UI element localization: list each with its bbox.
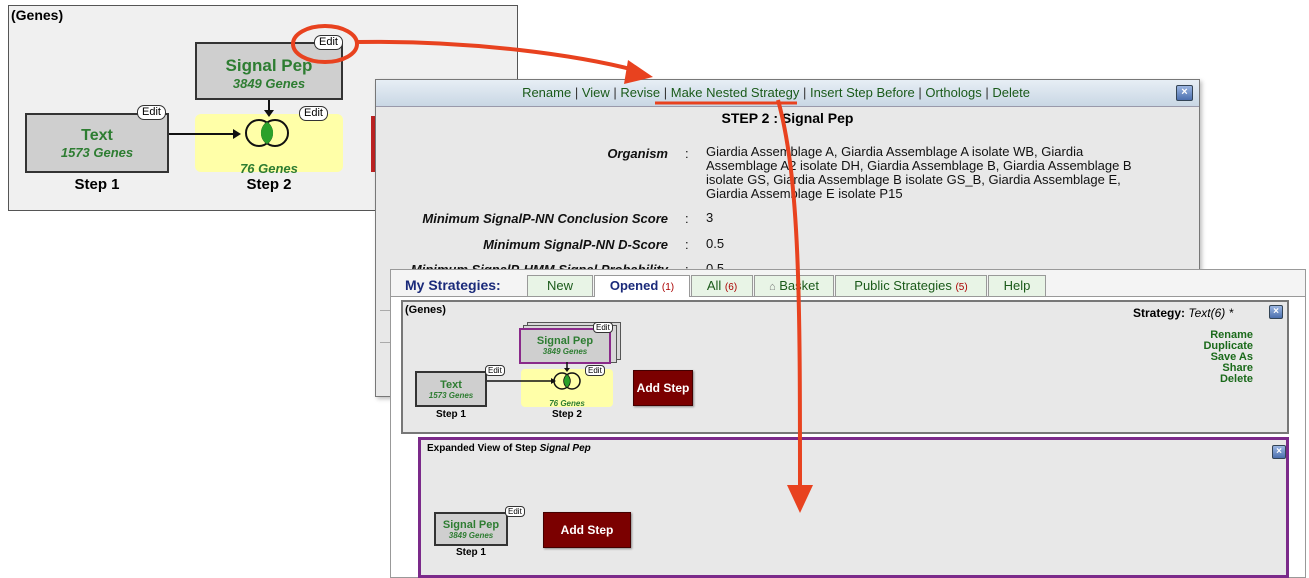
tab-count: (6): [724, 282, 738, 293]
tab-label: Help: [1003, 278, 1031, 293]
menu-view[interactable]: View: [582, 85, 610, 100]
step-name: Signal Pep: [442, 519, 500, 531]
param-label-organism: Organism: [607, 146, 668, 161]
edit-step-button[interactable]: Edit: [505, 506, 525, 517]
param-value-nn-dscore: 0.5: [706, 236, 725, 251]
tab-basket[interactable]: ⌂ Basket: [754, 275, 834, 296]
organism-line: Giardia Assemblage A, Giardia Assemblage…: [706, 144, 1084, 159]
intersect-venn-icon: [553, 372, 581, 390]
tab-new[interactable]: New: [527, 275, 593, 296]
strategy-tabs: My Strategies: New Opened (1) All (6) ⌂ …: [391, 270, 1305, 297]
close-icon[interactable]: ×: [1269, 305, 1283, 319]
menu-delete[interactable]: Delete: [992, 85, 1030, 100]
strategy-name[interactable]: Text(6) *: [1188, 306, 1233, 320]
tab-label: Public Strategies: [854, 278, 952, 293]
param-value-nn-conclusion: 3: [706, 210, 714, 225]
tab-all[interactable]: All (6): [691, 275, 753, 296]
intersect-venn-icon: [245, 119, 289, 147]
param-colon: :: [685, 146, 689, 161]
step-1-label: Step 1: [455, 547, 486, 558]
step-connectors: [487, 362, 581, 390]
expanded-title-name: Signal Pep: [539, 443, 591, 454]
action-delete[interactable]: Delete: [1193, 374, 1253, 385]
step-details-title: STEP 2 : Signal Pep: [721, 110, 854, 126]
tab-count: (1): [661, 282, 675, 293]
close-icon[interactable]: ×: [1272, 445, 1286, 459]
strategy-label: Strategy:: [1133, 306, 1186, 320]
step-count: 3849 Genes: [448, 531, 494, 540]
menu-insert-step-before[interactable]: Insert Step Before: [810, 85, 915, 100]
basket-icon: ⌂: [768, 281, 776, 293]
tab-label: All: [706, 278, 722, 293]
strategy-canvas: (Genes) Strategy: Text(6) * × Rename Dup…: [401, 300, 1289, 434]
strategy-actions: Rename Duplicate Save As Share Delete: [1193, 330, 1253, 385]
my-strategies-title: My Strategies:: [405, 277, 501, 293]
tab-label: Opened: [609, 278, 659, 293]
tab-count: (5): [955, 282, 968, 293]
close-icon[interactable]: ×: [1176, 85, 1193, 101]
tab-label: New: [546, 278, 573, 293]
step-signal-pep-box[interactable]: Signal Pep 3849 Genes: [434, 512, 508, 546]
tab-public-strategies[interactable]: Public Strategies (5): [835, 275, 987, 296]
param-value-organism: Giardia Assemblage A, Giardia Assemblage…: [706, 145, 1186, 201]
param-colon: :: [685, 211, 689, 226]
expanded-view-title: Expanded View of Step Signal Pep: [427, 443, 591, 454]
tab-opened[interactable]: Opened (1): [594, 275, 690, 297]
param-colon: :: [685, 237, 689, 252]
menu-rename[interactable]: Rename: [522, 85, 571, 100]
expanded-title-prefix: Expanded View of Step: [427, 443, 537, 454]
add-step-button[interactable]: Add Step: [633, 370, 693, 406]
menu-make-nested-strategy[interactable]: Make Nested Strategy: [671, 85, 800, 100]
menu-orthologs[interactable]: Orthologs: [925, 85, 981, 100]
step-menu: Rename | View | Revise | Make Nested Str…: [522, 85, 1030, 100]
organism-line: Assemblage A2 isolate DH, Giardia Assemb…: [706, 158, 1132, 173]
param-label-nn-dscore: Minimum SignalP-NN D-Score: [483, 237, 668, 252]
strategy-name-row: Strategy: Text(6) *: [1133, 306, 1233, 320]
tab-label: Basket: [779, 278, 820, 293]
param-label-nn-conclusion: Minimum SignalP-NN Conclusion Score: [422, 211, 668, 226]
expanded-nested-view: Expanded View of Step Signal Pep × Signa…: [418, 437, 1289, 578]
my-strategies-panel: My Strategies: New Opened (1) All (6) ⌂ …: [390, 269, 1306, 578]
organism-line: Giardia Assemblage E isolate P15: [706, 186, 903, 201]
organism-line: isolate GS, Giardia Assemblage B isolate…: [706, 172, 1121, 187]
step-menu-bar: Rename | View | Revise | Make Nested Str…: [376, 80, 1199, 107]
tab-help[interactable]: Help: [988, 275, 1046, 296]
add-step-button[interactable]: Add Step: [543, 512, 631, 548]
menu-revise[interactable]: Revise: [620, 85, 660, 100]
